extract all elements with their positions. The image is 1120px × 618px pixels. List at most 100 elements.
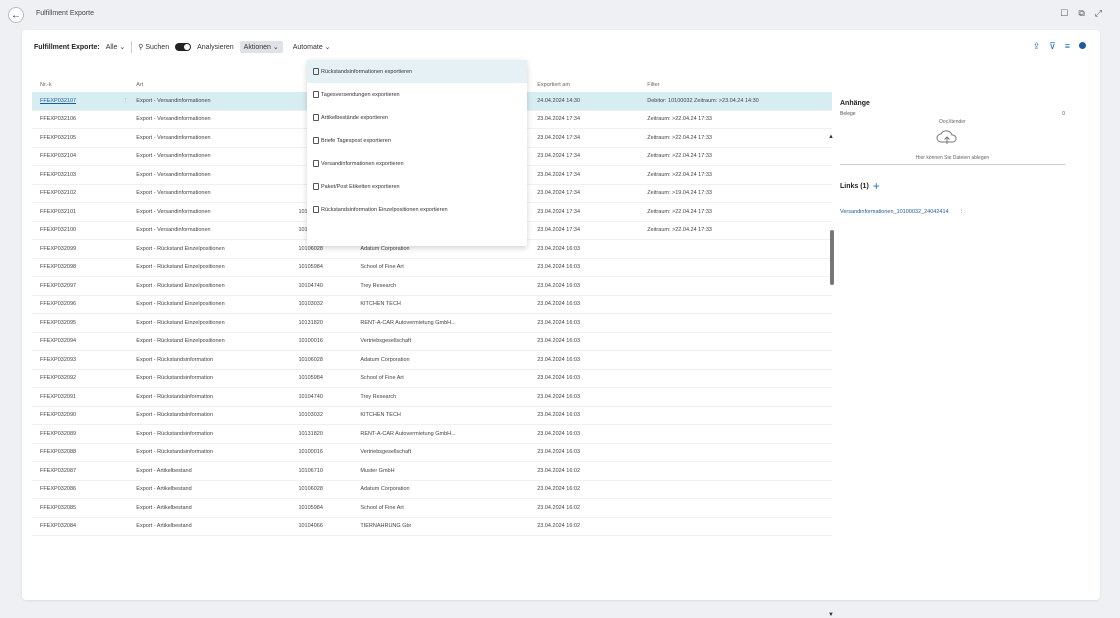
cell-exported-at: 23.04.2024 16:03 [537,338,581,345]
table-row[interactable]: FFEXP032097 Export - Rückstand Einzelposi… [32,277,832,296]
menu-item-export-backorder-lines[interactable]: Rückstandsinformation Einzelpositionen e… [307,198,527,221]
table-row[interactable]: FFEXP032093 Export - Rückstandsinformatio… [32,351,832,370]
filter-view-dropdown[interactable]: Alle ⌄ [106,43,126,51]
cell-nr[interactable]: FFEXP032091 [32,394,123,400]
cell-exported-at: 23.04.2024 16:02 [537,486,581,493]
cell-exported-at: 23.04.2024 16:03 [537,282,581,289]
cell-filter: Zeitraum: >19.04.24 17:33 [647,190,712,197]
bookmark-icon[interactable]: ☐ [1060,8,1068,19]
menu-item-export-daily-letters[interactable]: Briefe Tagespost exportieren [307,129,527,152]
cell-nr[interactable]: FFEXP032096 [32,301,123,307]
cell-nr[interactable]: FFEXP032097 [32,283,123,289]
link-file-name[interactable]: Versandinformationen_10100032_24042414 [840,209,949,215]
cell-art: Export - Artikelbestand [136,467,192,474]
cell-nr[interactable]: FFEXP032107 [32,98,123,104]
cell-exported-at: 23.04.2024 17:34 [537,227,581,234]
header-exported-at[interactable]: Exportiert am [537,82,647,88]
table-row[interactable]: FFEXP032088 Export - Rückstandsinformatio… [32,444,832,462]
cell-nr[interactable]: FFEXP032106 [32,116,123,122]
menu-item-export-inventory[interactable]: Artikelbestände exportieren [307,106,527,129]
factbox-toggle-icon[interactable] [1079,42,1086,49]
cell-art: Export - Versandinformationen [136,171,211,178]
cell-nr[interactable]: FFEXP032094 [32,338,123,344]
table-row[interactable]: FFEXP032089 Export - Rückstandsinformatio… [32,425,832,444]
open-new-window-icon[interactable]: ⧉ [1078,8,1084,19]
cell-nr[interactable]: FFEXP032085 [32,505,123,511]
cell-nr[interactable]: FFEXP032102 [32,190,123,196]
table-row[interactable]: FFEXP032087 Export - Artikelbestand 101067… [32,462,832,481]
divider [131,41,133,53]
cell-nr[interactable]: FFEXP032098 [32,264,123,270]
link-item: Versandinformationen_10100032_24042414 ⋮ [840,209,1065,215]
cell-art: Export - Versandinformationen [136,116,211,123]
back-button[interactable]: ← [8,7,24,23]
menu-item-export-daily-shipments[interactable]: Tagesversendungen exportieren [307,83,527,106]
table-row[interactable]: FFEXP032092 Export - Rückstandsinformatio… [32,370,832,388]
cell-number: 10100016 [298,449,323,456]
header-nr[interactable]: Nr.-k [32,82,123,88]
cell-nr[interactable]: FFEXP032103 [32,172,123,178]
menu-item-export-labels[interactable]: Paket/Post Etiketten exportieren [307,175,527,198]
list-view-icon[interactable]: ≡ [1065,41,1070,52]
cell-exported-at: 23.04.2024 16:03 [537,319,581,326]
cell-nr[interactable]: FFEXP032099 [32,246,123,252]
cell-nr[interactable]: FFEXP032090 [32,412,123,418]
expand-icon[interactable]: ⤢ [1095,8,1102,19]
cell-number: 10105984 [298,264,323,271]
cell-nr[interactable]: FFEXP032086 [32,486,123,492]
drop-zone-label: DocXtender [939,119,966,125]
table-row[interactable]: FFEXP032091 Export - Rückstandsinformatio… [32,388,832,407]
table-row[interactable]: FFEXP032085 Export - Artikelbestand 101059… [32,499,832,518]
search-button[interactable]: ⚲ Suchen [138,43,169,51]
cell-nr[interactable]: FFEXP032089 [32,431,123,437]
table-row[interactable]: FFEXP032086 Export - Artikelbestand 101060… [32,481,832,499]
analyze-toggle[interactable] [175,43,192,51]
cell-filter: Zeitraum: >22.04.24 17:33 [647,171,712,178]
drop-zone-hint: Hier können Sie Dateien ablegen [915,155,990,161]
table-row[interactable]: FFEXP032090 Export - Rückstandsinformatio… [32,407,832,425]
header-art[interactable]: Art [136,82,298,88]
table-row[interactable]: FFEXP032096 Export - Rückstand Einzelposi… [32,296,832,314]
cell-nr[interactable]: FFEXP032087 [32,468,123,474]
header-filter[interactable]: Filter [647,82,832,88]
cell-number: 10106028 [298,245,323,252]
cell-exported-at: 24.04.2024 14:30 [537,97,581,104]
document-icon [313,183,319,190]
list-scrollbar[interactable]: ▲ ▼ [828,130,836,618]
cell-nr[interactable]: FFEXP032092 [32,375,123,381]
cell-nr[interactable]: FFEXP032095 [32,320,123,326]
cell-name: Trey Research [360,393,397,400]
file-drop-zone[interactable]: DocXtender Hier können Sie Dateien ableg… [840,119,1065,165]
cell-nr[interactable]: FFEXP032084 [32,523,123,529]
scroll-down-icon[interactable]: ▼ [828,612,834,618]
cell-art: Export - Rückstand Einzelpositionen [136,282,225,289]
belege-count[interactable]: 0 [1062,111,1065,117]
cell-nr[interactable]: FFEXP032104 [32,153,123,159]
cell-art: Export - Versandinformationen [136,97,211,104]
cell-exported-at: 23.04.2024 16:03 [537,264,581,271]
table-row[interactable]: FFEXP032084 Export - Artikelbestand 101040… [32,518,832,536]
scroll-up-icon[interactable]: ▲ [828,134,834,140]
more-options-icon[interactable]: ⋮ [123,98,137,104]
cell-exported-at: 23.04.2024 16:03 [537,449,581,456]
cell-nr[interactable]: FFEXP032100 [32,227,123,233]
table-row[interactable]: FFEXP032095 Export - Rückstand Einzelposi… [32,314,832,333]
automate-menu-button[interactable]: Automate ⌄ [289,41,335,53]
cell-name: School of Fine Art [360,264,404,271]
table-row[interactable]: FFEXP032098 Export - Rückstand Einzelposi… [32,259,832,277]
cell-nr[interactable]: FFEXP032088 [32,449,123,455]
cell-nr[interactable]: FFEXP032093 [32,357,123,363]
cell-filter: Zeitraum: >22.04.24 17:33 [647,153,712,160]
cell-exported-at: 23.04.2024 16:03 [537,301,581,308]
table-row[interactable]: FFEXP032094 Export - Rückstand Einzelposi… [32,333,832,351]
cell-nr[interactable]: FFEXP032101 [32,209,123,215]
add-link-icon[interactable]: + [873,179,880,193]
menu-item-export-backorders[interactable]: Rückstandsinformationen exportieren [307,60,527,83]
menu-item-export-shipping-info[interactable]: Versandinformationen exportieren [307,152,527,175]
more-options-icon[interactable]: ⋮ [959,209,965,215]
share-icon[interactable]: ⇪ [1033,41,1041,52]
cell-nr[interactable]: FFEXP032105 [32,135,123,141]
actions-menu-button[interactable]: Aktionen ⌄ [239,41,283,53]
scroll-thumb[interactable] [830,230,834,285]
filter-icon[interactable]: ⊽ [1049,41,1056,52]
